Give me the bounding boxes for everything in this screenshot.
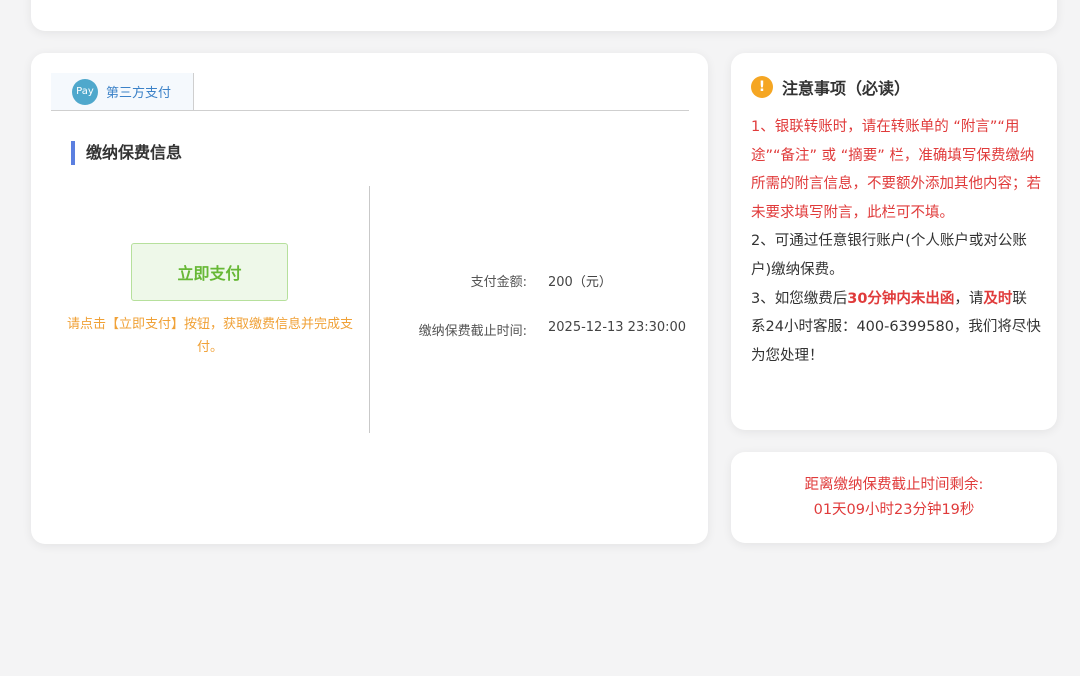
notice-item-1: 1、银联转账时，请在转账单的 “附言”“用途”“备注” 或 “摘要” 栏，准确填… — [751, 119, 1041, 221]
countdown-label: 距离缴纳保费截止时间剩余: — [804, 477, 984, 493]
amount-value: 200（元） — [548, 275, 612, 290]
notice-header: ! 注意事项（必读） — [751, 75, 910, 99]
countdown-value: 01天09小时23分钟19秒 — [813, 502, 975, 518]
payment-card: Pay 第三方支付 缴纳保费信息 立即支付 请点击【立即支付】按钮，获取缴费信息… — [31, 53, 708, 544]
notice-item-3: 3、如您缴费后30分钟内未出函，请及时联系24小时客服：400-6399580，… — [751, 285, 1041, 371]
amount-label: 支付金额: — [470, 275, 527, 290]
notice-item-2: 2、可通过任意银行账户(个人账户或对公账户)缴纳保费。 — [751, 233, 1027, 278]
notice-item-3-part: ，请 — [954, 290, 984, 307]
deadline-value: 2025-12-13 23:30:00 — [548, 320, 687, 335]
notice-item-3-emphasis: 30分钟内未出函 — [847, 290, 955, 307]
notice-item-3-part: 3、如您缴费后 — [751, 290, 848, 307]
notice-title: 注意事项（必读） — [782, 79, 911, 98]
notice-body: 1、银联转账时，请在转账单的 “附言”“用途”“备注” 或 “摘要” 栏，准确填… — [751, 113, 1041, 370]
deadline-label: 缴纳保费截止时间: — [418, 324, 527, 339]
top-card — [31, 0, 1057, 31]
payment-info: 支付金额: 200（元） 缴纳保费截止时间: 2025-12-13 23:30:… — [31, 53, 708, 544]
notice-item-3-emphasis: 及时 — [983, 290, 1013, 307]
notice-card: ! 注意事项（必读） 1、银联转账时，请在转账单的 “附言”“用途”“备注” 或… — [731, 53, 1057, 430]
countdown-card: 距离缴纳保费截止时间剩余: 01天09小时23分钟19秒 — [731, 452, 1057, 543]
countdown: 距离缴纳保费截止时间剩余: 01天09小时23分钟19秒 — [731, 473, 1057, 523]
warning-icon: ! — [751, 76, 773, 98]
